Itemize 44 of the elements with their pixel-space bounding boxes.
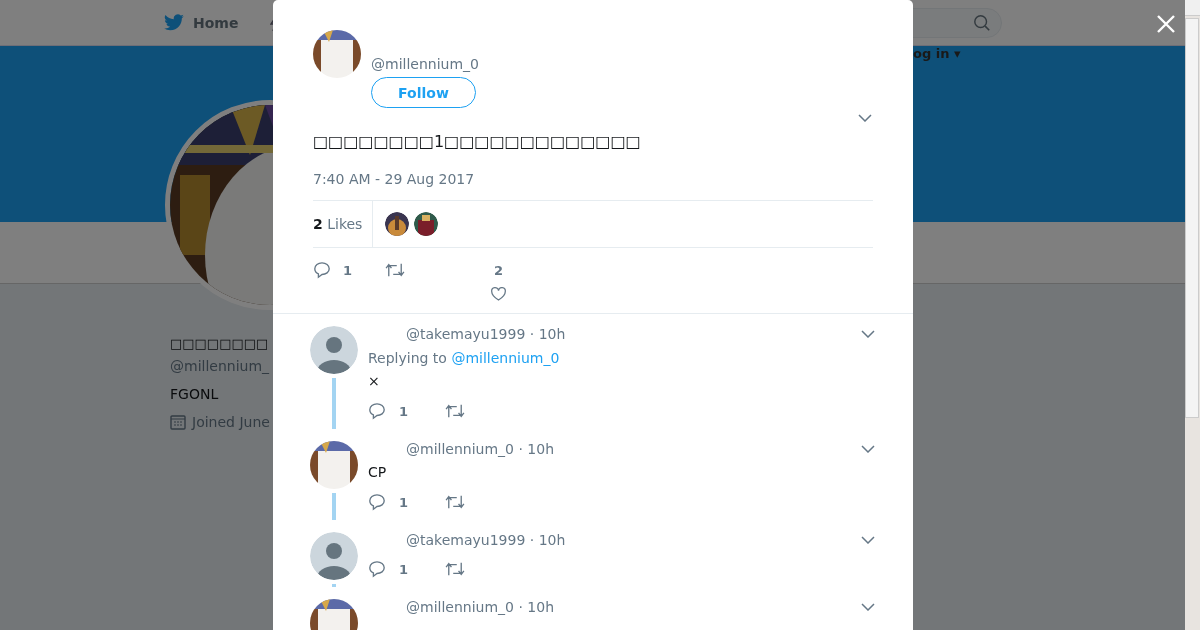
reply-count: 1: [399, 403, 409, 419]
reply-icon[interactable]: [313, 261, 331, 279]
reply-icon[interactable]: [368, 560, 386, 578]
joined-date: Joined June: [192, 414, 270, 430]
chevron-down-icon[interactable]: [858, 114, 872, 122]
chevron-down-icon[interactable]: [861, 445, 875, 453]
reply-count: 1: [399, 561, 409, 577]
chevron-down-icon[interactable]: [861, 536, 875, 544]
home-link[interactable]: Home: [163, 13, 239, 32]
profile-name: □□□□□□□□: [170, 335, 269, 353]
retweet-icon[interactable]: [445, 494, 466, 510]
tweet-timestamp: 7:40 AM - 29 Aug 2017: [313, 171, 476, 187]
reply-icon[interactable]: [368, 402, 386, 420]
reply-text: CP: [368, 463, 388, 481]
default-avatar-icon[interactable]: [310, 326, 358, 374]
like-count: 2: [494, 263, 504, 278]
reply-handle[interactable]: @millennium_0 · 10h: [406, 441, 554, 457]
reply-handle[interactable]: @takemayu1999 · 10h: [406, 326, 566, 342]
default-avatar-icon[interactable]: [310, 532, 358, 580]
retweet-icon[interactable]: [385, 262, 406, 278]
chevron-down-icon[interactable]: [861, 603, 875, 611]
chevron-down-icon[interactable]: [861, 330, 875, 338]
reply-handle[interactable]: @takemayu1999 · 10h: [406, 532, 566, 548]
reply-icon[interactable]: [368, 493, 386, 511]
replying-to-text: Replying to @millennium_0: [368, 350, 561, 366]
follow-button[interactable]: Follow: [371, 77, 476, 108]
reply-count: 1: [399, 494, 409, 510]
user-handle[interactable]: @millennium_0: [371, 55, 479, 73]
heart-icon[interactable]: [490, 286, 508, 302]
reply-text: ×: [368, 372, 381, 390]
mention-link[interactable]: @millennium_0: [451, 350, 560, 366]
search-icon: [973, 13, 991, 32]
close-icon[interactable]: [1156, 14, 1176, 34]
likes-count[interactable]: 2 Likes: [313, 201, 374, 247]
profile-bio: FGONL: [170, 386, 219, 402]
reply-handle[interactable]: @millennium_0 · 10h: [406, 599, 554, 615]
retweet-icon[interactable]: [445, 561, 466, 577]
scrollbar[interactable]: [1185, 0, 1200, 630]
reply-count: 1: [343, 262, 353, 278]
profile-handle: @millennium_: [170, 358, 270, 374]
tweet-text: □□□□□□□□1□□□□□□□□□□□□□: [313, 131, 642, 153]
bird-icon: [163, 13, 185, 32]
retweet-icon[interactable]: [445, 403, 466, 419]
calendar-icon: [170, 414, 186, 430]
